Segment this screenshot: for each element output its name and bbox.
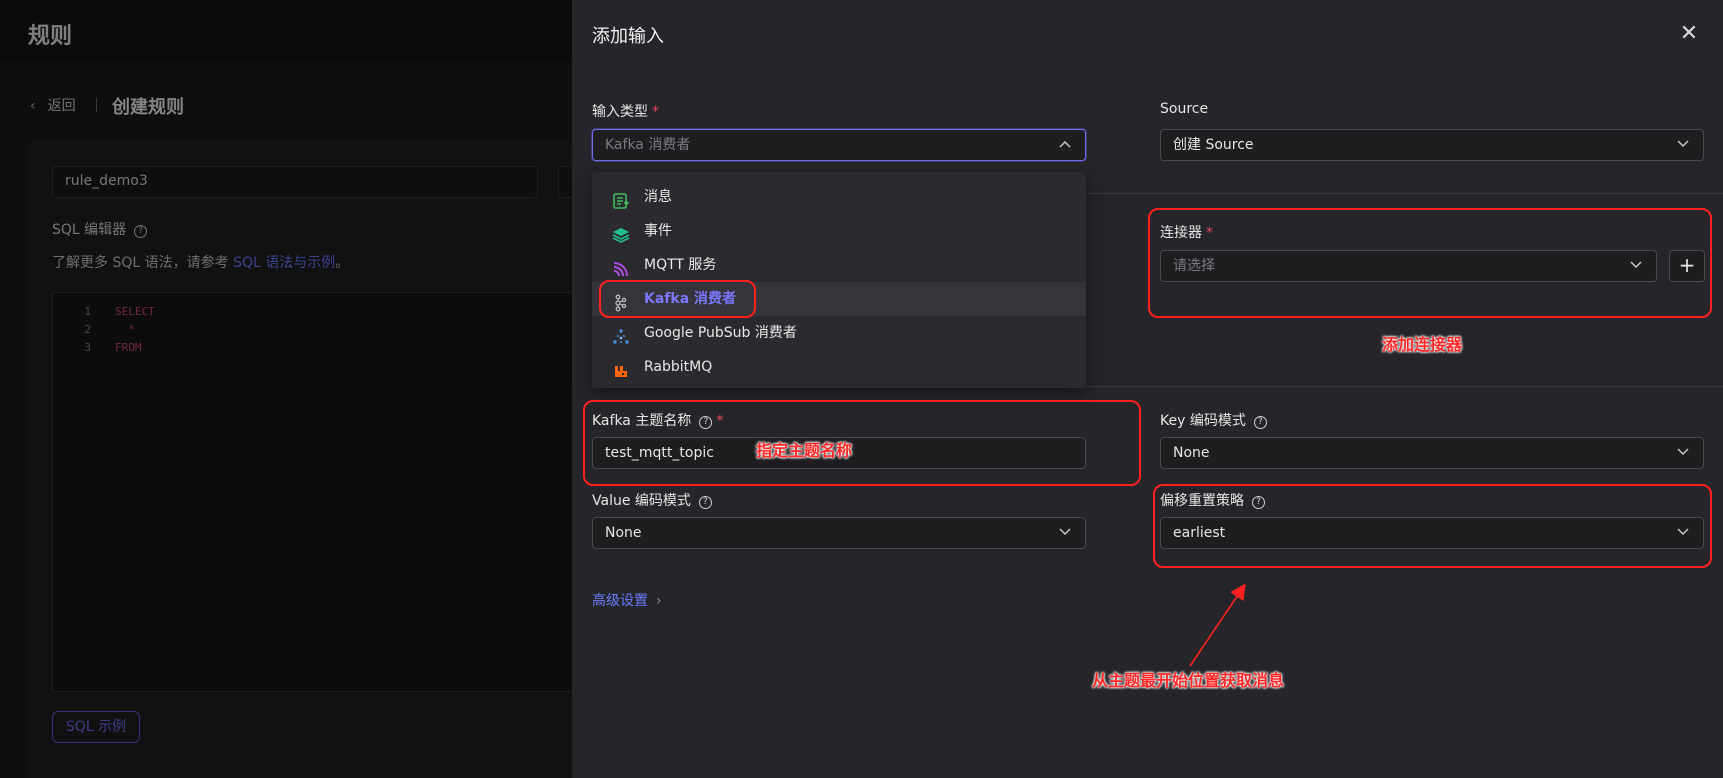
help-icon[interactable]: ? [1253, 416, 1267, 429]
rabbitmq-icon [612, 359, 630, 377]
chevron-up-icon [1059, 130, 1073, 160]
input-type-select[interactable]: Kafka 消费者 [592, 129, 1086, 161]
chevron-down-icon [1677, 130, 1691, 160]
advanced-settings-link[interactable]: 高级设置 › [592, 590, 662, 610]
layers-icon [612, 223, 630, 243]
annotation-box-topic [583, 400, 1141, 486]
required-mark: * [652, 104, 659, 120]
dropdown-option-event[interactable]: 事件 [592, 214, 1086, 248]
add-input-drawer: 添加输入 ✕ 输入类型 * Kafka 消费者 Source 创建 Source … [572, 0, 1723, 778]
option-label: MQTT 服务 [644, 257, 717, 273]
annotation-box-connector [1148, 208, 1712, 318]
option-label: 事件 [644, 223, 672, 239]
help-icon[interactable]: ? [698, 496, 712, 509]
source-label: Source [1160, 101, 1209, 117]
key-encoding-label-text: Key 编码模式 [1160, 413, 1246, 429]
dropdown-option-rabbitmq[interactable]: RabbitMQ [592, 350, 1086, 384]
chevron-right-icon: › [656, 593, 662, 609]
advanced-settings-label: 高级设置 [592, 593, 648, 609]
drawer-title: 添加输入 [592, 26, 664, 47]
annotation-box-kafka-option [599, 280, 756, 318]
option-label: RabbitMQ [644, 359, 713, 375]
chevron-down-icon [1059, 518, 1073, 548]
dropdown-option-message[interactable]: 消息 [592, 180, 1086, 214]
source-value: 创建 Source [1173, 137, 1254, 153]
input-type-label: 输入类型 * [592, 101, 659, 121]
message-icon [612, 189, 630, 209]
value-encoding-label: Value 编码模式? [592, 490, 712, 510]
pubsub-icon [612, 325, 630, 344]
key-encoding-value: None [1173, 445, 1210, 461]
value-encoding-value: None [605, 525, 642, 541]
value-encoding-label-text: Value 编码模式 [592, 493, 691, 509]
annotation-topic-name: 指定主题名称 [756, 441, 853, 460]
dropdown-option-pubsub[interactable]: Google PubSub 消费者 [592, 316, 1086, 350]
input-type-placeholder: Kafka 消费者 [605, 137, 691, 153]
dropdown-option-mqtt[interactable]: MQTT 服务 [592, 248, 1086, 282]
option-label: Google PubSub 消费者 [644, 325, 797, 341]
key-encoding-label: Key 编码模式? [1160, 410, 1267, 430]
chevron-down-icon [1677, 438, 1691, 468]
annotation-box-offset [1153, 484, 1712, 568]
option-label: 消息 [644, 189, 672, 205]
mqtt-icon [612, 257, 630, 277]
annotation-earliest: 从主题最开始位置获取消息 [1092, 671, 1285, 690]
annotation-add-connector: 添加连接器 [1382, 335, 1463, 354]
input-type-label-text: 输入类型 [592, 104, 648, 120]
value-encoding-select[interactable]: None [592, 517, 1086, 549]
key-encoding-select[interactable]: None [1160, 437, 1704, 469]
close-icon[interactable]: ✕ [1677, 22, 1701, 46]
source-select[interactable]: 创建 Source [1160, 129, 1704, 161]
